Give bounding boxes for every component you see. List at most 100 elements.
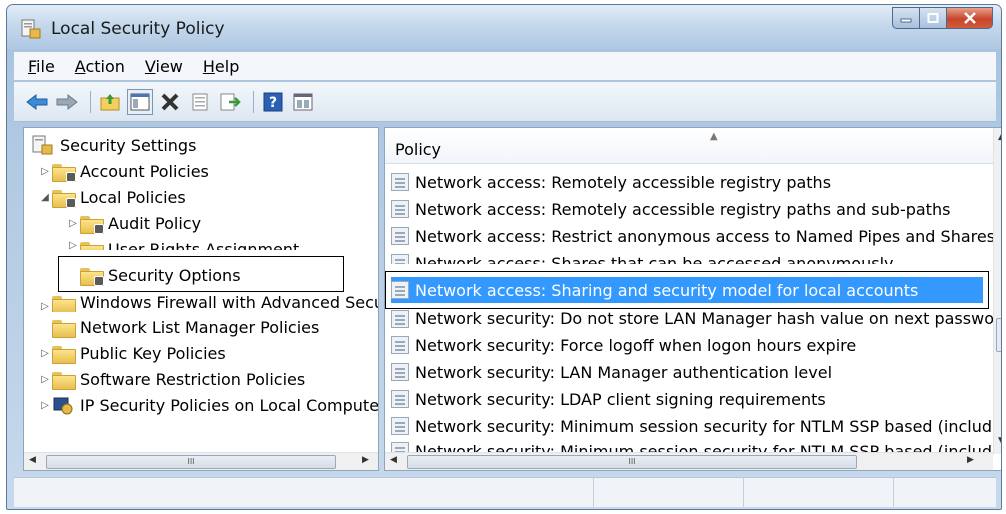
- folder-icon: [52, 370, 76, 390]
- tree-item-label: IP Security Policies on Local Compute: [80, 395, 379, 415]
- menu-file[interactable]: File: [18, 57, 65, 76]
- export-list-button[interactable]: [217, 89, 243, 115]
- tree-item-network-list-manager[interactable]: Network List Manager Policies: [52, 314, 319, 340]
- scroll-up-icon[interactable]: ▲: [998, 132, 1001, 142]
- up-folder-icon: [100, 93, 120, 110]
- expand-arrow-icon[interactable]: ▷: [38, 374, 52, 385]
- policy-icon: [391, 310, 409, 328]
- highlight-box: [385, 271, 989, 309]
- policy-row[interactable]: Network security: LDAP client signing re…: [391, 386, 826, 412]
- policy-row[interactable]: Network security: Minimum session securi…: [391, 413, 1001, 439]
- tree-item-audit-policy[interactable]: ▷ Audit Policy: [66, 210, 201, 236]
- status-cell: [14, 478, 594, 507]
- tree-item-account-policies[interactable]: ▷ Account Policies: [38, 158, 209, 184]
- policy-row[interactable]: Network security: Do not store LAN Manag…: [391, 306, 1001, 328]
- list-scroll-thumb[interactable]: [996, 318, 1001, 352]
- maximize-button[interactable]: [920, 7, 947, 29]
- scroll-down-icon[interactable]: ▼: [998, 436, 1001, 446]
- policy-list-pane: ▲ Policy Network access: Remotely access…: [384, 127, 1001, 471]
- expand-arrow-icon[interactable]: ▷: [66, 240, 80, 250]
- folder-icon: [52, 294, 76, 312]
- scroll-right-icon[interactable]: ▶: [362, 455, 369, 465]
- tree-root[interactable]: Security Settings: [32, 132, 196, 158]
- security-settings-icon: [32, 135, 53, 155]
- tree-item-user-rights-assignment[interactable]: ▷ User Rights Assignment: [66, 236, 299, 250]
- list-scroll-thumb-horizontal[interactable]: III: [407, 455, 857, 469]
- policy-row[interactable]: Network security: LAN Manager authentica…: [391, 359, 832, 385]
- expand-arrow-icon[interactable]: ▷: [38, 301, 52, 312]
- properties-button[interactable]: [187, 89, 213, 115]
- scroll-right-icon[interactable]: ▶: [967, 455, 974, 465]
- sort-ascending-icon: ▲: [710, 131, 718, 142]
- svg-text:?: ?: [269, 95, 277, 111]
- forward-arrow-icon: [56, 93, 78, 110]
- back-arrow-icon: [26, 93, 48, 110]
- view-button[interactable]: [290, 89, 316, 115]
- status-cell: [594, 478, 744, 507]
- policy-row[interactable]: Network access: Remotely accessible regi…: [391, 169, 831, 195]
- secure-folder-icon: [52, 162, 76, 182]
- tree-item-ip-security[interactable]: ▷ IP Security Policies on Local Compute: [38, 392, 379, 418]
- secure-folder-icon: [52, 188, 76, 208]
- minimize-icon: [900, 18, 912, 23]
- menu-action[interactable]: Action: [65, 57, 135, 76]
- help-icon: ?: [263, 92, 283, 111]
- status-bar: [14, 477, 996, 507]
- policy-icon: [391, 173, 409, 191]
- policy-icon: [391, 227, 409, 245]
- policy-column-header[interactable]: ▲ Policy: [385, 128, 1001, 164]
- tree-item-windows-firewall[interactable]: ▷ Windows Firewall with Advanced Secu: [38, 290, 379, 312]
- toolbar: ?: [14, 82, 996, 122]
- toolbar-separator: [253, 90, 254, 113]
- list-vertical-scrollbar[interactable]: ▲ ▼: [993, 128, 1001, 454]
- policy-row[interactable]: Network access: Shares that can be acces…: [391, 250, 893, 264]
- secure-folder-icon: [80, 240, 104, 250]
- expand-arrow-icon[interactable]: ▷: [38, 400, 52, 411]
- policy-row[interactable]: Network security: Force logoff when logo…: [391, 332, 856, 358]
- back-button[interactable]: [24, 89, 50, 115]
- close-button[interactable]: [947, 7, 993, 29]
- tree-item-label: Software Restriction Policies: [80, 369, 306, 389]
- policy-icon: [391, 417, 409, 435]
- list-horizontal-scrollbar[interactable]: ◀ III ▶: [385, 452, 993, 470]
- tree-item-local-policies[interactable]: ◢ Local Policies: [38, 184, 186, 210]
- tree-item-public-key-policies[interactable]: ▷ Public Key Policies: [38, 340, 226, 366]
- status-cell: [744, 478, 894, 507]
- tree-item-software-restriction[interactable]: ▷ Software Restriction Policies: [38, 366, 305, 392]
- tree-root-label: Security Settings: [60, 135, 197, 155]
- policy-row[interactable]: Network access: Restrict anonymous acces…: [391, 223, 995, 249]
- expand-arrow-icon[interactable]: ▷: [66, 218, 80, 229]
- tree-horizontal-scrollbar[interactable]: ◀ III ▶: [24, 452, 378, 470]
- tree-item-label: Windows Firewall with Advanced Secu: [80, 293, 379, 312]
- up-one-level-button[interactable]: [97, 89, 123, 115]
- scroll-left-icon[interactable]: ◀: [390, 455, 397, 465]
- security-policy-icon: [21, 19, 41, 39]
- folder-icon: [52, 344, 76, 364]
- ip-security-icon: [53, 397, 73, 415]
- policy-icon: [391, 254, 409, 264]
- expand-arrow-icon[interactable]: ▷: [38, 348, 52, 359]
- help-button[interactable]: ?: [260, 89, 286, 115]
- tree-item-label: Local Policies: [80, 187, 186, 207]
- forward-button[interactable]: [54, 89, 80, 115]
- delete-button[interactable]: [157, 89, 183, 115]
- export-list-icon: [220, 93, 241, 110]
- policy-icon: [391, 390, 409, 408]
- menu-help[interactable]: Help: [193, 57, 249, 76]
- properties-icon: [192, 93, 208, 110]
- tree-item-label: Audit Policy: [108, 213, 202, 233]
- collapse-arrow-icon[interactable]: ◢: [38, 192, 52, 203]
- policy-icon: [391, 363, 409, 381]
- folder-icon: [52, 318, 76, 338]
- show-hide-tree-icon: [130, 93, 150, 110]
- tree-item-label: User Rights Assignment: [108, 240, 300, 250]
- title-bar[interactable]: Local Security Policy: [7, 5, 1001, 49]
- menu-view[interactable]: View: [135, 57, 193, 76]
- scroll-left-icon[interactable]: ◀: [29, 455, 36, 465]
- policy-row[interactable]: Network access: Remotely accessible regi…: [391, 196, 950, 222]
- highlight-box: [58, 256, 344, 292]
- show-hide-tree-button[interactable]: [127, 88, 153, 115]
- tree-scroll-thumb[interactable]: III: [46, 455, 336, 469]
- minimize-button[interactable]: [892, 7, 920, 29]
- expand-arrow-icon[interactable]: ▷: [38, 166, 52, 177]
